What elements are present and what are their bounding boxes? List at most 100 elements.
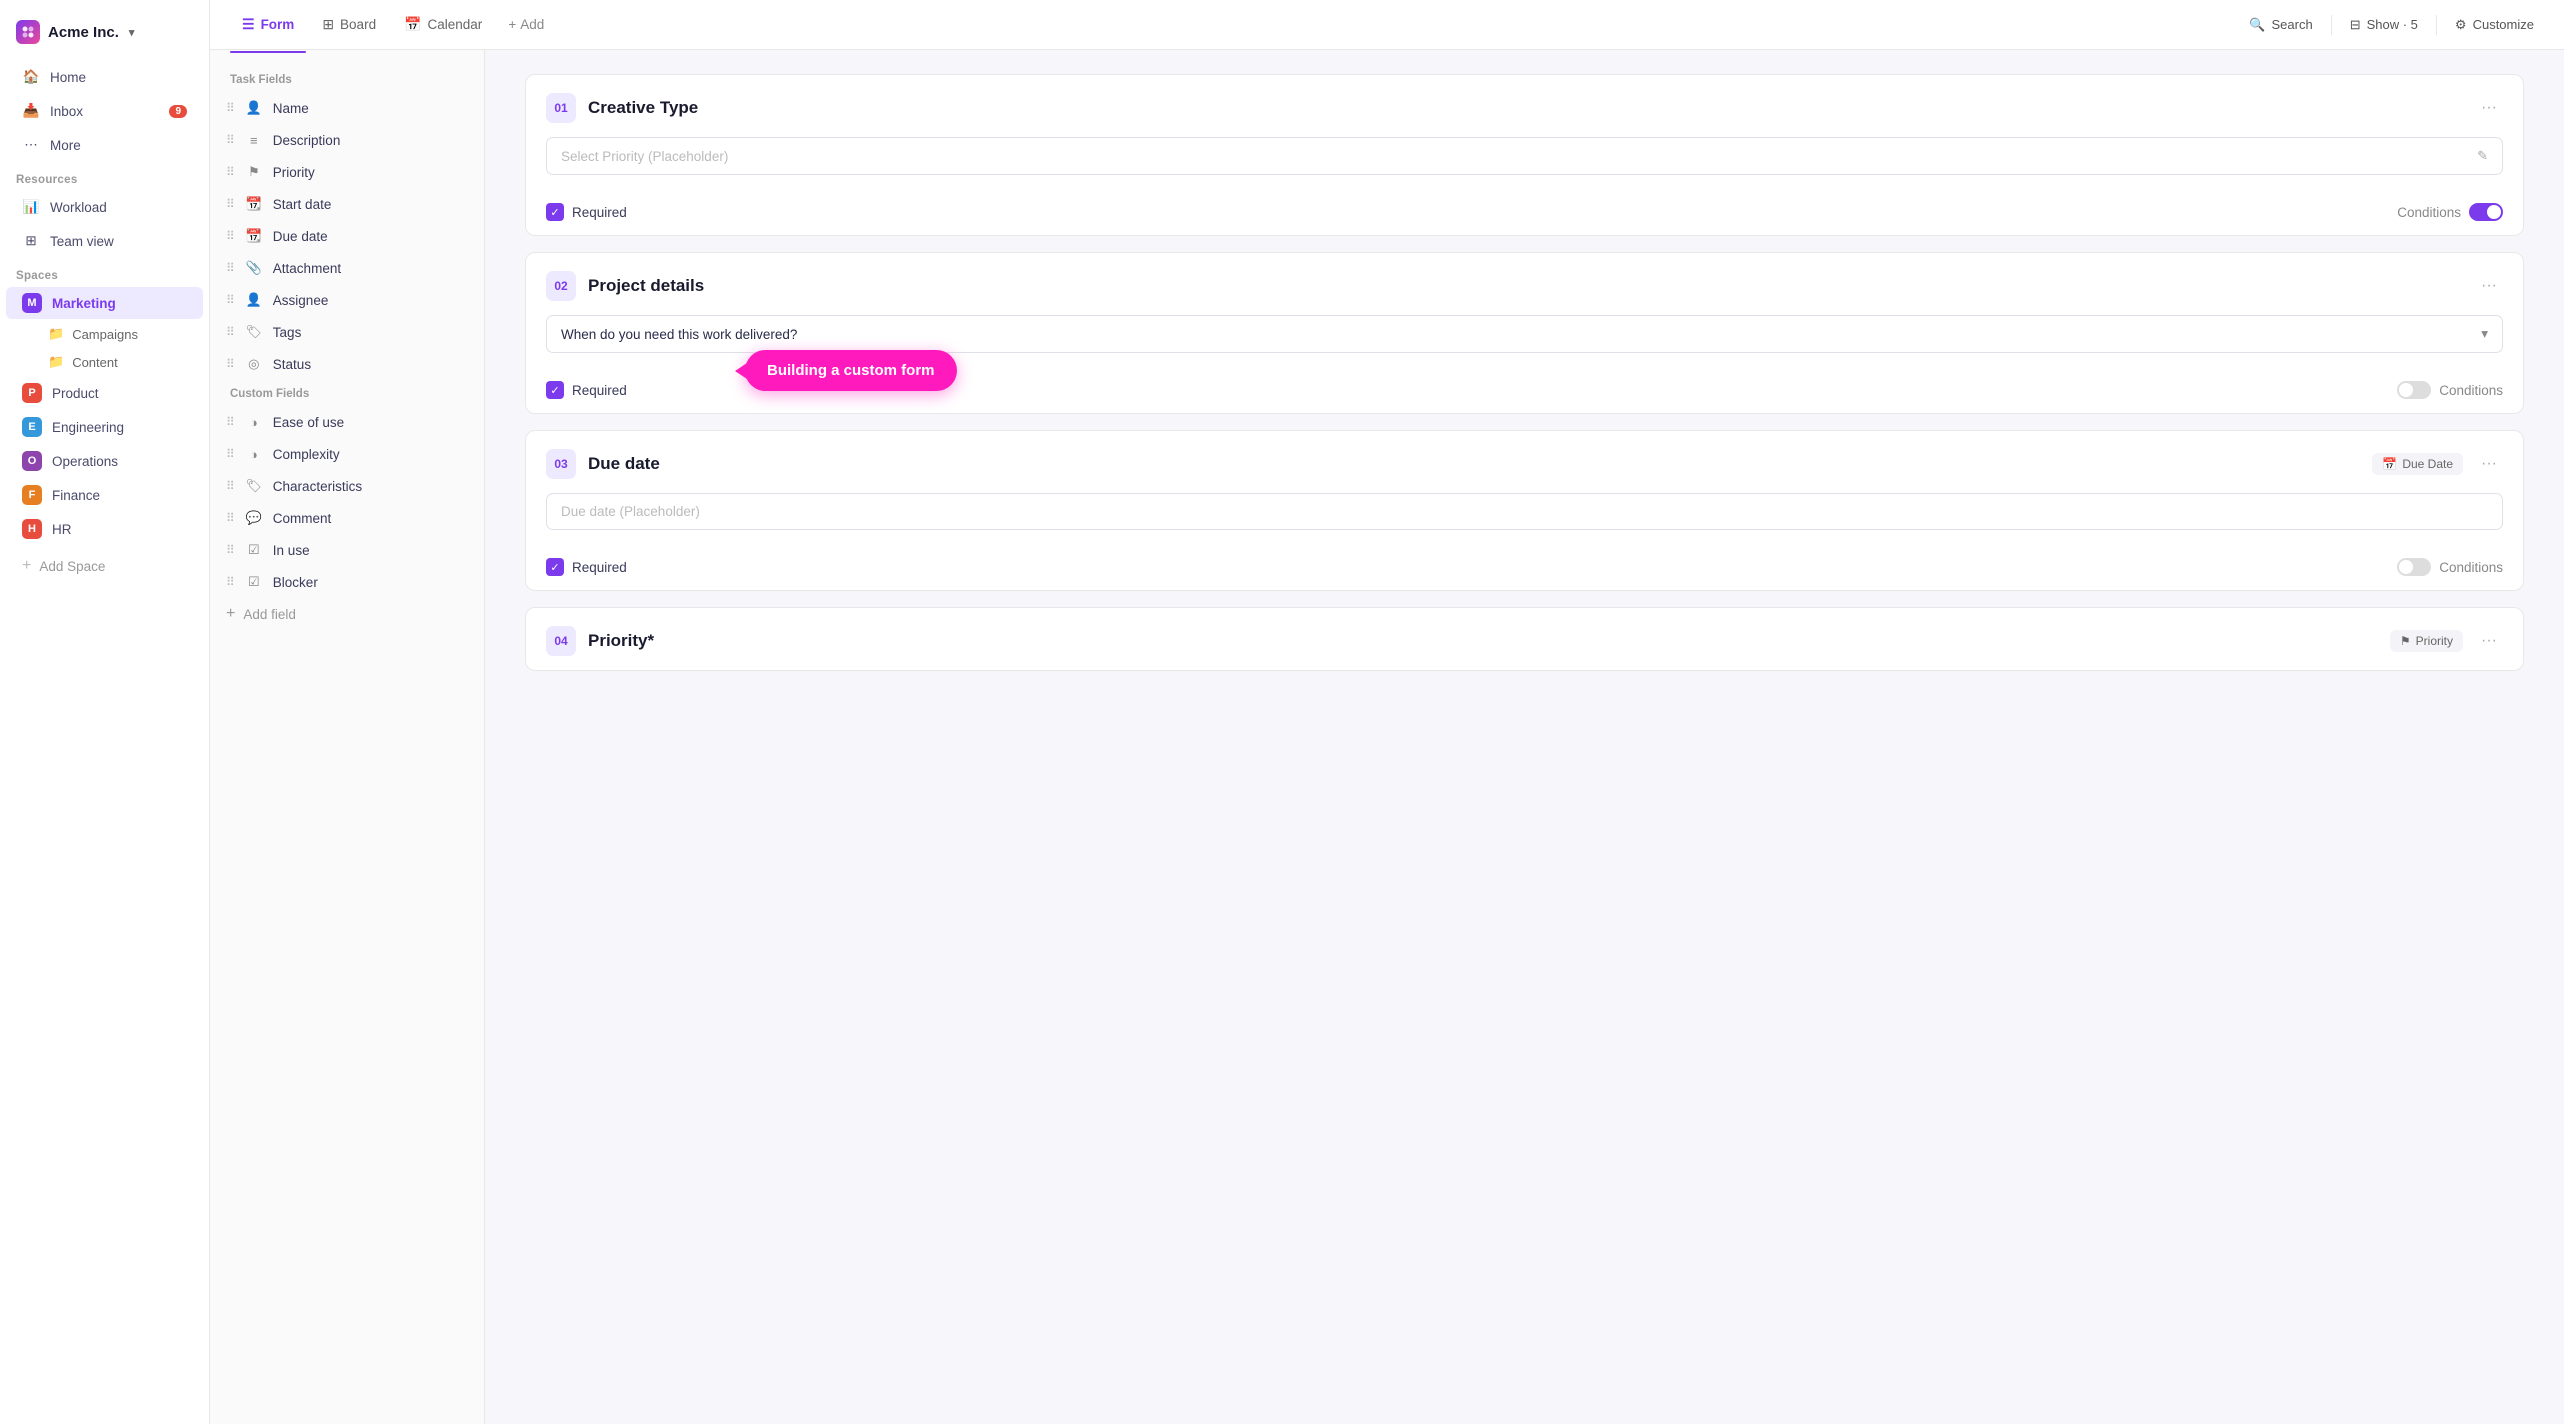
- drag-handle-description[interactable]: ⠿: [226, 133, 235, 147]
- form-card-1-input[interactable]: Select Priority (Placeholder) ✎: [546, 137, 2503, 175]
- field-item-assignee[interactable]: ⠿ 👤 Assignee: [210, 284, 484, 316]
- drag-handle-blocker[interactable]: ⠿: [226, 575, 235, 589]
- add-field-plus-icon: +: [226, 605, 235, 623]
- edit-icon[interactable]: ✎: [2477, 148, 2488, 164]
- drag-handle-complexity[interactable]: ⠿: [226, 447, 235, 461]
- sidebar-item-home[interactable]: 🏠 Home: [6, 61, 203, 93]
- sidebar-item-team-view[interactable]: ⊞ Team view: [6, 225, 203, 257]
- customize-button[interactable]: ⚙ Customize: [2445, 11, 2544, 39]
- drag-handle-comment[interactable]: ⠿: [226, 511, 235, 525]
- form-card-1-footer: Required Conditions: [526, 193, 2523, 235]
- tab-calendar[interactable]: 📅 Calendar: [392, 10, 494, 39]
- field-item-description[interactable]: ⠿ ≡ Description: [210, 124, 484, 156]
- toggle-knob-2: [2399, 383, 2413, 397]
- operations-dot: O: [22, 451, 42, 471]
- topnav-right: 🔍 Search ⊟ Show · 5 ⚙ Customize: [2239, 11, 2544, 39]
- form-card-4-title: Priority*: [588, 631, 2378, 651]
- form-card-2-menu[interactable]: ···: [2475, 273, 2503, 299]
- sidebar-engineering-label: Engineering: [52, 420, 124, 435]
- field-item-due-date[interactable]: ⠿ 📆 Due date: [210, 220, 484, 252]
- tooltip-bubble: Building a custom form: [745, 350, 957, 391]
- sidebar-item-workload[interactable]: 📊 Workload: [6, 191, 203, 223]
- form-card-3-required-label: Required: [572, 560, 627, 575]
- search-label: Search: [2272, 17, 2313, 32]
- search-button[interactable]: 🔍 Search: [2239, 11, 2322, 39]
- drag-handle-assignee[interactable]: ⠿: [226, 293, 235, 307]
- drag-handle-start-date[interactable]: ⠿: [226, 197, 235, 211]
- field-item-comment[interactable]: ⠿ 💬 Comment: [210, 502, 484, 534]
- tab-board[interactable]: ⊞ Board: [310, 10, 388, 39]
- sidebar-item-finance[interactable]: F Finance: [6, 479, 203, 511]
- drag-handle-ease-of-use[interactable]: ⠿: [226, 415, 235, 429]
- form-card-2-conditions-toggle[interactable]: [2397, 381, 2431, 399]
- custom-fields-label: Custom Fields: [210, 380, 484, 406]
- folder-icon-content: 📁: [48, 354, 64, 370]
- sidebar-item-engineering[interactable]: E Engineering: [6, 411, 203, 443]
- spaces-label: Spaces: [0, 258, 209, 286]
- sidebar-item-hr[interactable]: H HR: [6, 513, 203, 545]
- toggle-knob: [2487, 205, 2501, 219]
- field-priority-label: Priority: [273, 165, 315, 180]
- drag-handle-characteristics[interactable]: ⠿: [226, 479, 235, 493]
- form-card-2-title: Project details: [588, 276, 2463, 296]
- drag-handle-status[interactable]: ⠿: [226, 357, 235, 371]
- field-item-name[interactable]: ⠿ 👤 Name: [210, 92, 484, 124]
- topnav: ☰ Form ⊞ Board 📅 Calendar + Add 🔍 Search…: [210, 0, 2564, 50]
- form-card-1-required-checkbox[interactable]: [546, 203, 564, 221]
- show-button[interactable]: ⊟ Show · 5: [2340, 11, 2428, 39]
- form-card-4-menu[interactable]: ···: [2475, 628, 2503, 654]
- drag-handle-attachment[interactable]: ⠿: [226, 261, 235, 275]
- sidebar-item-content[interactable]: 📁 Content: [6, 349, 203, 375]
- field-item-status[interactable]: ⠿ ◎ Status: [210, 348, 484, 380]
- sidebar-item-campaigns[interactable]: 📁 Campaigns: [6, 321, 203, 347]
- sidebar-item-marketing[interactable]: M Marketing: [6, 287, 203, 319]
- sidebar-item-inbox[interactable]: 📥 Inbox 9: [6, 95, 203, 127]
- add-button[interactable]: + Add: [498, 11, 554, 38]
- form-card-4-header: 04 Priority* ⚑ Priority ···: [526, 608, 2523, 670]
- topnav-divider-1: [2331, 15, 2332, 35]
- field-item-priority[interactable]: ⠿ ⚑ Priority: [210, 156, 484, 188]
- app-logo[interactable]: Acme Inc. ▾: [0, 12, 209, 60]
- tab-form[interactable]: ☰ Form: [230, 10, 306, 39]
- field-item-ease-of-use[interactable]: ⠿ ◑ Ease of use: [210, 406, 484, 438]
- tooltip-text: Building a custom form: [767, 362, 935, 379]
- drag-handle-name[interactable]: ⠿: [226, 101, 235, 115]
- form-card-1-conditions-row: Conditions: [2397, 203, 2503, 221]
- form-card-3-input[interactable]: Due date (Placeholder): [546, 493, 2503, 530]
- field-item-attachment[interactable]: ⠿ 📎 Attachment: [210, 252, 484, 284]
- drag-handle-tags[interactable]: ⠿: [226, 325, 235, 339]
- form-card-2-select[interactable]: When do you need this work delivered? ▾: [546, 315, 2503, 353]
- form-card-3-required-row: Required: [546, 558, 627, 576]
- drag-handle-priority[interactable]: ⠿: [226, 165, 235, 179]
- field-description-label: Description: [273, 133, 341, 148]
- resources-label: Resources: [0, 162, 209, 190]
- field-item-complexity[interactable]: ⠿ ◑ Complexity: [210, 438, 484, 470]
- field-item-characteristics[interactable]: ⠿ 🏷 Characteristics: [210, 470, 484, 502]
- form-area: Building a custom form 01 Creative Type …: [485, 50, 2564, 1424]
- form-card-3-header: 03 Due date 📅 Due Date ···: [526, 431, 2523, 493]
- form-card-1-required-label: Required: [572, 205, 627, 220]
- sidebar-item-operations[interactable]: O Operations: [6, 445, 203, 477]
- form-card-2-required-checkbox[interactable]: [546, 381, 564, 399]
- field-item-in-use[interactable]: ⠿ ☑ In use: [210, 534, 484, 566]
- field-attachment-label: Attachment: [273, 261, 341, 276]
- drag-handle-due-date[interactable]: ⠿: [226, 229, 235, 243]
- field-item-blocker[interactable]: ⠿ ☑ Blocker: [210, 566, 484, 598]
- field-item-start-date[interactable]: ⠿ 📆 Start date: [210, 188, 484, 220]
- add-space-label: Add Space: [39, 559, 105, 574]
- drag-handle-in-use[interactable]: ⠿: [226, 543, 235, 557]
- add-field-button[interactable]: + Add field: [210, 598, 484, 630]
- form-card-3-menu[interactable]: ···: [2475, 451, 2503, 477]
- form-card-3: 03 Due date 📅 Due Date ··· Due date (Pla…: [525, 430, 2524, 591]
- sidebar-workload-label: Workload: [50, 200, 107, 215]
- form-card-1-menu[interactable]: ···: [2475, 95, 2503, 121]
- sidebar-home-label: Home: [50, 70, 86, 85]
- form-card-1-required-row: Required: [546, 203, 627, 221]
- sidebar-item-product[interactable]: P Product: [6, 377, 203, 409]
- form-card-3-conditions-toggle[interactable]: [2397, 558, 2431, 576]
- sidebar-item-more[interactable]: ⋯ More: [6, 129, 203, 161]
- form-card-3-required-checkbox[interactable]: [546, 558, 564, 576]
- form-card-1-conditions-toggle[interactable]: [2469, 203, 2503, 221]
- add-space-button[interactable]: + Add Space: [6, 550, 203, 582]
- field-item-tags[interactable]: ⠿ 🏷 Tags: [210, 316, 484, 348]
